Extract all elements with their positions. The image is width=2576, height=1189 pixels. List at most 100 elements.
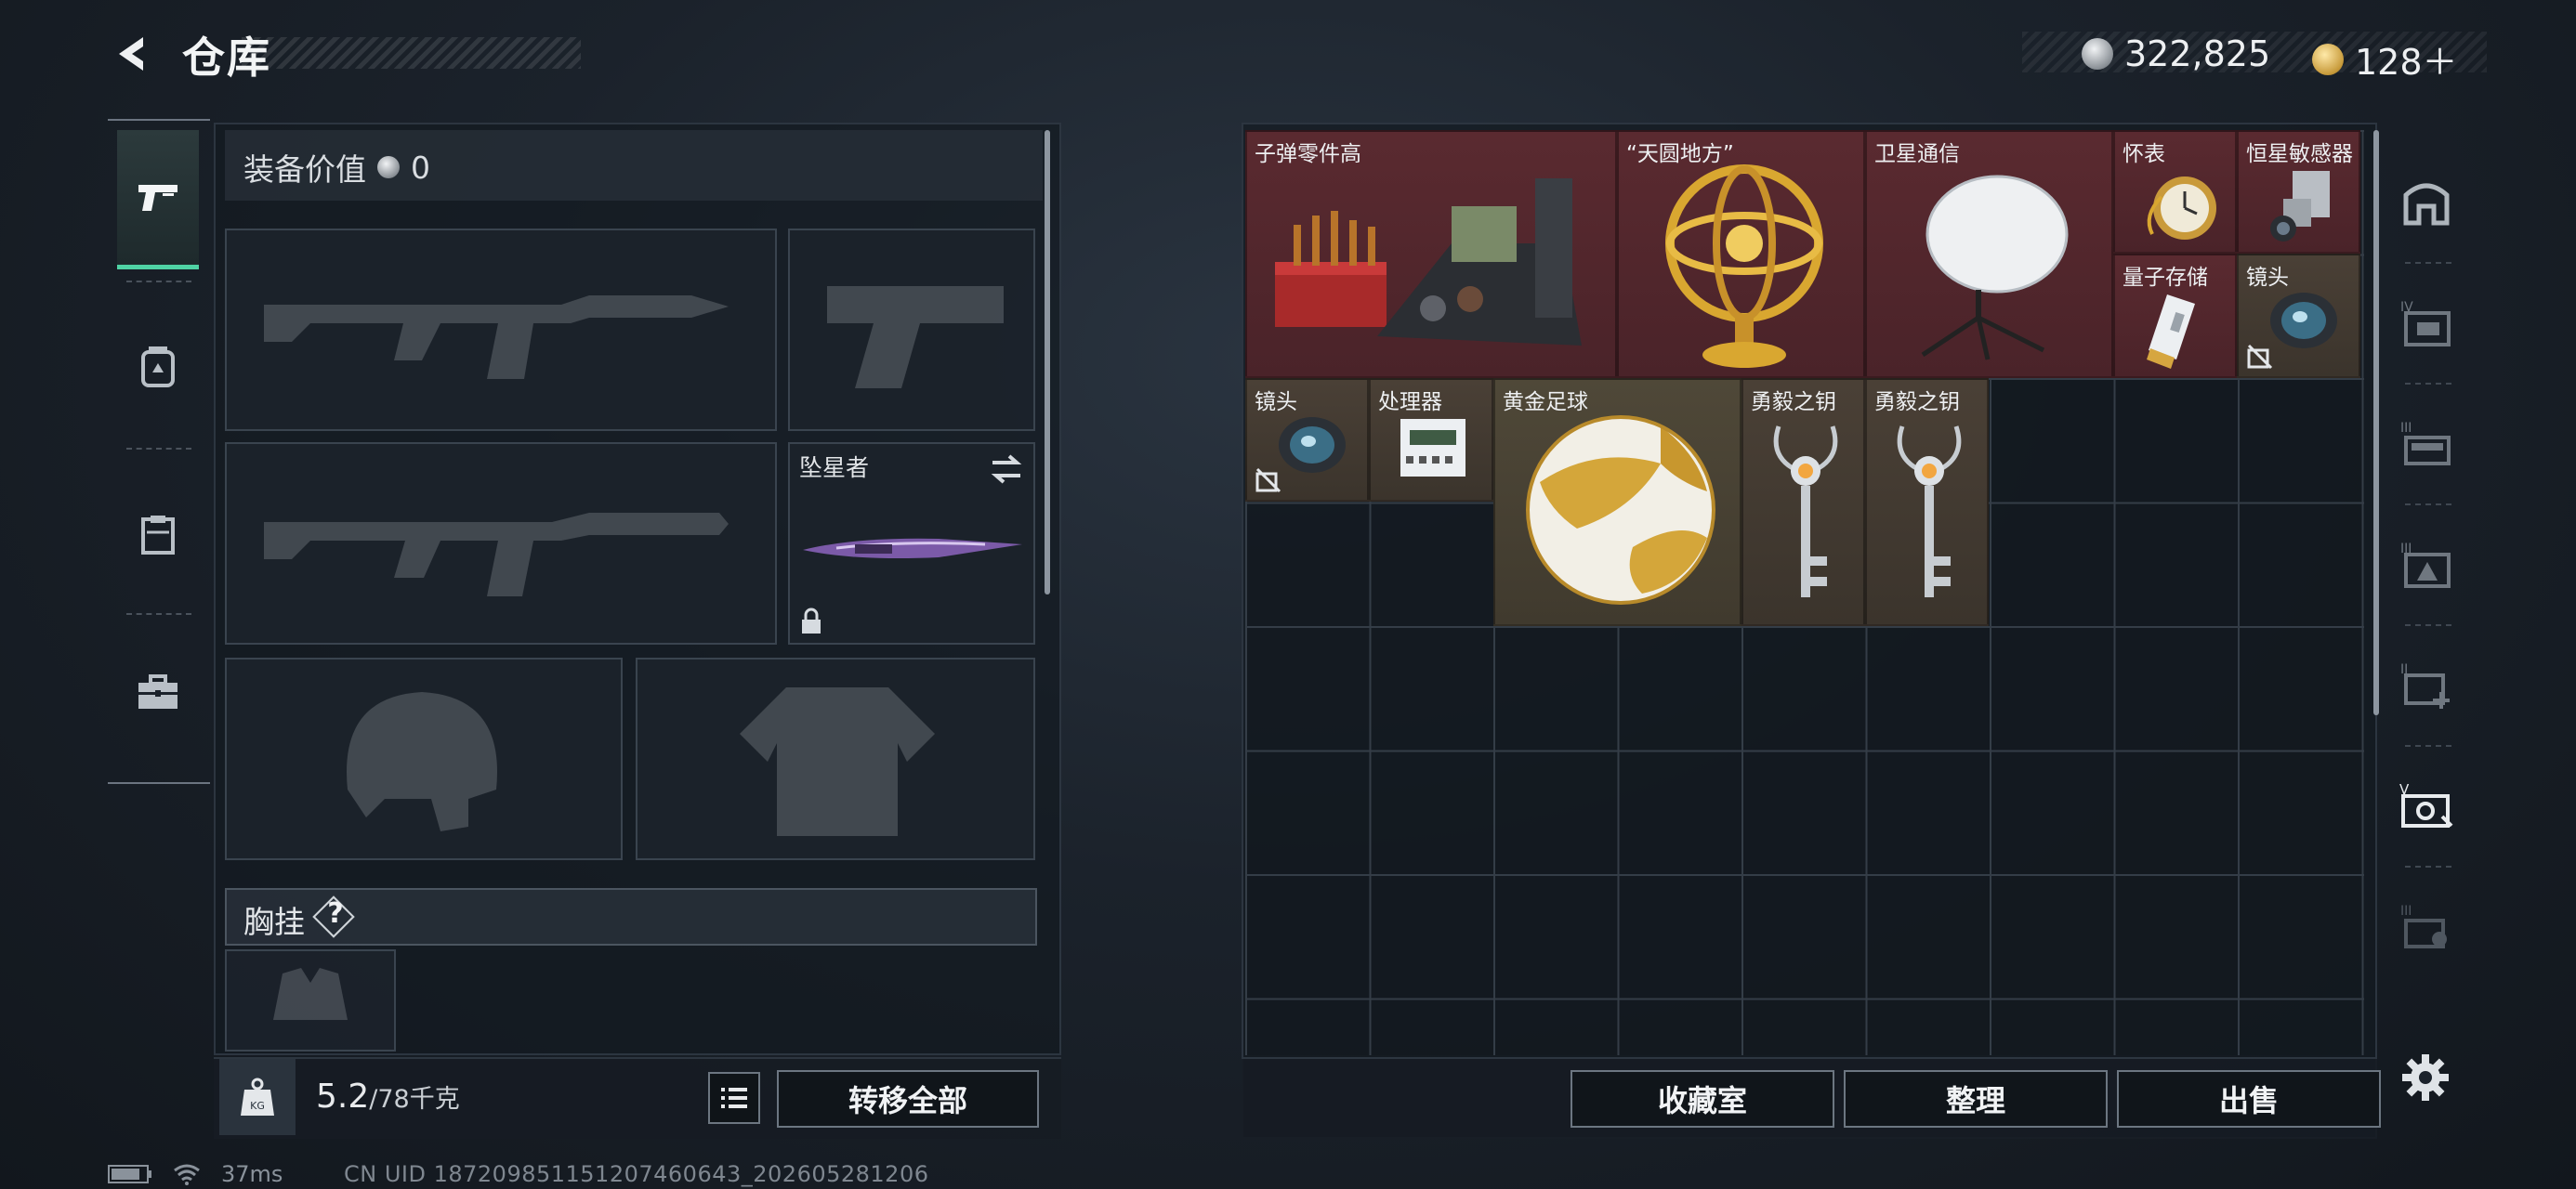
tab-backpack[interactable]	[117, 297, 199, 437]
melee-slot-label: 坠星者	[799, 454, 870, 481]
key-icon	[1773, 425, 1838, 597]
stash-item[interactable]: 勇毅之钥	[1741, 378, 1865, 626]
pocket-watch-icon	[2147, 176, 2216, 240]
organize-button[interactable]: 整理	[1844, 1070, 2108, 1128]
star-sensor-icon	[2270, 171, 2330, 242]
armillary-sphere-icon	[1665, 164, 1823, 368]
silver-currency[interactable]: 322,825	[2082, 33, 2270, 74]
rifle-silhouette-icon	[264, 513, 729, 596]
silver-coin-icon	[377, 156, 400, 178]
chest-rig-slot[interactable]	[225, 949, 396, 1052]
pistol-icon	[138, 184, 177, 211]
rifle-silhouette-icon	[264, 295, 729, 379]
swap-arrows-icon[interactable]	[989, 453, 1024, 485]
purple-knife-icon	[803, 538, 1022, 558]
weight-button[interactable]: KG	[219, 1059, 296, 1135]
weight-icon: KG	[241, 1078, 274, 1116]
title-stripe	[242, 37, 581, 69]
transfer-all-button[interactable]: 转移全部	[777, 1070, 1039, 1128]
item-name: 卫星通信	[1874, 142, 1960, 166]
stash-item[interactable]: 子弹零件高	[1245, 130, 1617, 378]
no-insure-icon	[1255, 467, 1281, 493]
stash-tab-3b[interactable]: III	[2386, 513, 2466, 615]
stash-tab-3c[interactable]: III	[2386, 875, 2466, 977]
sidebar-divider	[2405, 262, 2451, 264]
stash-item[interactable]: “天圆地方”	[1617, 130, 1865, 378]
silver-coin-icon	[2082, 38, 2113, 70]
stash-item[interactable]: 黄金足球	[1493, 378, 1741, 626]
stash-item[interactable]: 卫星通信	[1865, 130, 2113, 378]
stash-item[interactable]: 量子存储	[2113, 254, 2237, 378]
stash-tab-5-active[interactable]: V	[2386, 754, 2466, 856]
processor-icon	[1400, 419, 1465, 477]
melee-slot[interactable]: 坠星者	[788, 442, 1035, 645]
tab-armor[interactable]	[117, 464, 199, 604]
lock-icon	[802, 608, 821, 634]
armor-silhouette-icon	[740, 687, 935, 836]
stash-item[interactable]: 处理器	[1369, 378, 1493, 502]
help-icon[interactable]: ?	[322, 897, 349, 930]
settings-button[interactable]	[2398, 1050, 2453, 1105]
key-icon	[1897, 425, 1962, 597]
helmet-slot[interactable]	[225, 658, 623, 860]
satellite-dish-icon	[1921, 175, 2069, 360]
storage-box-icon: III	[2400, 421, 2451, 465]
stash-tab-3a[interactable]: III	[2386, 392, 2466, 494]
sell-button[interactable]: 出售	[2117, 1070, 2381, 1128]
equip-value-label: 装备价值	[243, 151, 366, 188]
silver-amount: 322,825	[2124, 33, 2271, 74]
briefcase-icon	[138, 674, 177, 709]
svg-text:III: III	[2400, 904, 2412, 919]
body-armor-slot[interactable]	[636, 658, 1035, 860]
sidebar-divider	[2405, 383, 2451, 385]
secondary-weapon-slot[interactable]	[225, 442, 777, 645]
equipment-scrollbar[interactable]	[1045, 130, 1050, 594]
tab-divider	[126, 613, 191, 615]
tab-case[interactable]	[117, 622, 199, 762]
gold-amount: 128＋	[2355, 42, 2458, 83]
pistol-slot[interactable]	[788, 229, 1035, 431]
back-button[interactable]	[104, 28, 160, 80]
battery-icon	[108, 1165, 151, 1183]
list-view-button[interactable]	[708, 1072, 760, 1124]
equipment-tabs	[108, 119, 210, 784]
gold-currency[interactable]: 128＋	[2312, 33, 2458, 85]
stash-scrollbar[interactable]	[2373, 130, 2379, 715]
stash-item[interactable]: 恒星敏感器	[2237, 130, 2360, 254]
storage-box-icon: III	[2400, 904, 2447, 948]
collection-room-button[interactable]: 收藏室	[1571, 1070, 1834, 1128]
armor-vest-icon	[141, 516, 175, 555]
sidebar-divider	[2405, 745, 2451, 747]
wifi-icon	[174, 1164, 200, 1185]
status-bar: 37ms	[108, 1161, 283, 1187]
add-storage-icon: II	[2400, 662, 2450, 709]
sidebar-divider	[2405, 866, 2451, 868]
stash-item[interactable]: 勇毅之钥	[1865, 378, 1989, 626]
page-title: 仓库	[182, 33, 271, 83]
stash-item[interactable]: 怀表	[2113, 130, 2237, 254]
stash-item[interactable]: 镜头	[2237, 254, 2360, 378]
weight-max: /78千克	[369, 1085, 460, 1114]
quantum-storage-icon	[2147, 294, 2195, 369]
back-arrow-icon	[119, 37, 143, 71]
ammo-parts-icon	[1275, 178, 1582, 346]
storage-box-icon: IV	[2400, 300, 2451, 346]
weight-current: 5.2	[316, 1078, 370, 1116]
primary-weapon-slot[interactable]	[225, 229, 777, 431]
ping-value: 37ms	[221, 1161, 283, 1187]
tab-divider	[126, 448, 191, 450]
stash-item[interactable]: 镜头	[1245, 378, 1369, 502]
stash-tab-4[interactable]: IV	[2386, 271, 2466, 373]
sidebar-divider	[2405, 503, 2451, 505]
storage-box-icon: V	[2399, 781, 2453, 828]
gold-coin-icon	[2312, 43, 2344, 75]
item-name: 勇毅之钥	[1751, 390, 1836, 414]
helmet-silhouette-icon	[347, 692, 497, 831]
stash-grid[interactable]: 子弹零件高 “天圆地方” 卫星通信 怀表 恒星敏感器 量子存储 镜头 镜头 处理…	[1245, 130, 2364, 1055]
gear-icon	[2402, 1054, 2449, 1101]
stash-tab-add[interactable]: II	[2386, 634, 2466, 736]
chest-rig-label: 胸挂	[243, 904, 305, 940]
tab-weapons[interactable]	[117, 130, 199, 269]
item-name: 子弹零件高	[1255, 142, 1361, 166]
stash-tab-main[interactable]	[2386, 150, 2466, 253]
